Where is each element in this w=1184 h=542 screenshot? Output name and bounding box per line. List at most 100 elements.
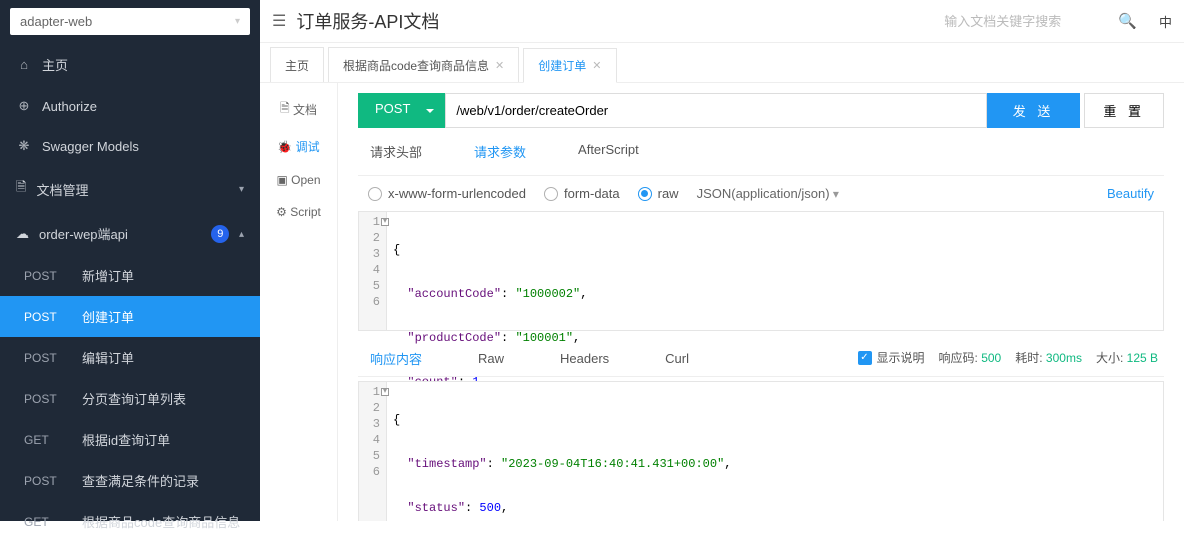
radio-label: raw xyxy=(658,186,679,201)
radio-raw[interactable]: raw xyxy=(638,186,679,201)
line-gutter: 1▾ 23456 xyxy=(359,382,387,521)
subtab-headers[interactable]: 请求头部 xyxy=(370,142,422,167)
code-area[interactable]: { "accountCode": "1000002", "productCode… xyxy=(387,212,1163,330)
body-type-row: x-www-form-urlencoded form-data raw JSON… xyxy=(358,176,1164,211)
content-type-label: JSON(application/json) xyxy=(697,186,830,201)
api-label: 根据id查询订单 xyxy=(82,430,170,449)
nav-doc-manage[interactable]: 🗎 文档管理 ▾ xyxy=(0,166,260,212)
restab-headers[interactable]: Headers xyxy=(560,341,641,374)
method-label: POST xyxy=(24,392,66,406)
sidebar-toggle-icon[interactable]: ☰ xyxy=(272,11,286,31)
tool-column: 🗎 文档 🐞 调试 ▣ Open ⚙ Script xyxy=(260,83,338,521)
restab-content[interactable]: 响应内容 xyxy=(358,339,454,376)
main-tabs: 主页 根据商品code查询商品信息✕ 创建订单 ✕ xyxy=(260,47,1184,83)
radio-formdata[interactable]: form-data xyxy=(544,186,620,201)
tool-debug[interactable]: 🐞 调试 xyxy=(277,138,319,155)
radio-dot-icon xyxy=(544,187,558,201)
search-input[interactable] xyxy=(940,10,1100,33)
reset-button[interactable]: 重 置 xyxy=(1084,93,1164,128)
api-item[interactable]: POST编辑订单 xyxy=(0,337,260,378)
method-label: POST xyxy=(24,474,66,488)
nav-home[interactable]: ⌂ 主页 xyxy=(0,43,260,86)
method-label: POST xyxy=(24,310,66,324)
api-item[interactable]: POST 新增订单 xyxy=(0,255,260,296)
restab-raw[interactable]: Raw xyxy=(478,341,536,374)
send-button[interactable]: 发 送 xyxy=(987,93,1081,128)
status-code: 500 xyxy=(981,351,1001,365)
model-icon: ❋ xyxy=(16,138,32,154)
service-selector[interactable]: adapter-web ▾ xyxy=(10,8,250,35)
search-icon[interactable]: 🔍 xyxy=(1118,12,1137,30)
sidebar: adapter-web ▾ ⌂ 主页 ⊕ Authorize ❋ Swagger… xyxy=(0,0,260,521)
content-type-select[interactable]: JSON(application/json) ▾ xyxy=(697,186,839,201)
restab-curl[interactable]: Curl xyxy=(665,341,721,374)
response-info: ✓显示说明 响应码: 500 耗时: 300ms 大小: 125 B xyxy=(858,349,1165,366)
tab-label: 创建订单 xyxy=(538,57,586,74)
topbar: ☰ 订单服务-API文档 🔍 中 xyxy=(260,0,1184,43)
chevron-up-icon: ▴ xyxy=(239,229,244,240)
api-item[interactable]: POST 分页查询订单列表 xyxy=(0,378,260,419)
nav-label: Swagger Models xyxy=(42,139,139,154)
tool-label: Script xyxy=(290,205,321,219)
request-bar: POST 发 送 重 置 xyxy=(358,93,1164,128)
method-label: GET xyxy=(24,515,66,529)
fold-icon[interactable]: ▾ xyxy=(381,388,389,396)
tool-script[interactable]: ⚙ Script xyxy=(276,205,321,219)
tool-label: 文档 xyxy=(293,101,317,118)
radio-label: form-data xyxy=(564,186,620,201)
chevron-down-icon: ▾ xyxy=(239,184,244,195)
content-panel: POST 发 送 重 置 请求头部 请求参数 AfterScript x-www… xyxy=(338,83,1184,521)
radio-dot-icon xyxy=(368,187,382,201)
method-select[interactable]: POST xyxy=(358,93,445,128)
checkbox-icon[interactable]: ✓ xyxy=(858,351,872,365)
api-label: 根据商品code查询商品信息 xyxy=(82,512,240,531)
chevron-down-icon: ▾ xyxy=(830,187,839,201)
url-input[interactable] xyxy=(445,93,986,128)
tool-doc[interactable]: 🗎 文档 xyxy=(280,99,317,120)
count-badge: 9 xyxy=(211,225,229,243)
subtab-params[interactable]: 请求参数 xyxy=(474,142,526,167)
page-title: 订单服务-API文档 xyxy=(296,8,439,34)
time-value: 300ms xyxy=(1046,351,1082,365)
code-area: { "timestamp": "2023-09-04T16:40:41.431+… xyxy=(387,382,1163,521)
main-area: ☰ 订单服务-API文档 🔍 中 主页 根据商品code查询商品信息✕ 创建订单… xyxy=(260,0,1184,521)
home-icon: ⌂ xyxy=(16,57,32,72)
show-desc-label: 显示说明 xyxy=(877,349,925,366)
service-selector-label: adapter-web xyxy=(20,14,92,29)
beautify-button[interactable]: Beautify xyxy=(1107,186,1154,201)
method-value: POST xyxy=(375,101,410,116)
nav-authorize[interactable]: ⊕ Authorize xyxy=(0,86,260,126)
tool-label: Open xyxy=(291,173,320,187)
response-tabs: 响应内容 Raw Headers Curl ✓显示说明 响应码: 500 耗时:… xyxy=(358,339,1164,377)
radio-dot-icon xyxy=(638,187,652,201)
api-item[interactable]: GET 根据id查询订单 xyxy=(0,419,260,460)
response-body-editor[interactable]: 1▾ 23456 { "timestamp": "2023-09-04T16:4… xyxy=(358,381,1164,521)
tab-create-order[interactable]: 创建订单 ✕ xyxy=(523,48,616,83)
nav-swagger-models[interactable]: ❋ Swagger Models xyxy=(0,126,260,166)
request-subtabs: 请求头部 请求参数 AfterScript xyxy=(358,140,1164,176)
nav-label: order-wep端api xyxy=(39,224,128,243)
api-label: 新增订单 xyxy=(82,266,134,285)
api-label: 分页查询订单列表 xyxy=(82,389,186,408)
tab-product-query[interactable]: 根据商品code查询商品信息✕ xyxy=(328,47,519,82)
close-icon[interactable]: ✕ xyxy=(592,59,601,72)
tool-open[interactable]: ▣ Open xyxy=(276,173,320,187)
script-icon: ⚙ xyxy=(276,205,287,219)
api-item[interactable]: POST 查查满足条件的记录 xyxy=(0,460,260,501)
lock-icon: ⊕ xyxy=(16,98,32,114)
tab-home[interactable]: 主页 xyxy=(270,47,324,82)
api-item[interactable]: GET 根据商品code查询商品信息 xyxy=(0,501,260,542)
subtab-afterscript[interactable]: AfterScript xyxy=(578,142,639,167)
lang-toggle[interactable]: 中 xyxy=(1159,12,1172,31)
api-label: 查查满足条件的记录 xyxy=(82,471,199,490)
nav-api-group[interactable]: ☁ order-wep端api 9 ▴ xyxy=(0,212,260,255)
radio-label: x-www-form-urlencoded xyxy=(388,186,526,201)
fold-icon[interactable]: ▾ xyxy=(381,218,389,226)
method-label: GET xyxy=(24,433,66,447)
request-body-editor[interactable]: 1▾ 23456 { "accountCode": "1000002", "pr… xyxy=(358,211,1164,331)
radio-urlencoded[interactable]: x-www-form-urlencoded xyxy=(368,186,526,201)
close-icon[interactable]: ✕ xyxy=(495,59,504,72)
method-label: POST xyxy=(24,269,66,283)
chevron-down-icon: ▾ xyxy=(235,16,240,27)
api-item[interactable]: POST创建订单 xyxy=(0,296,260,337)
